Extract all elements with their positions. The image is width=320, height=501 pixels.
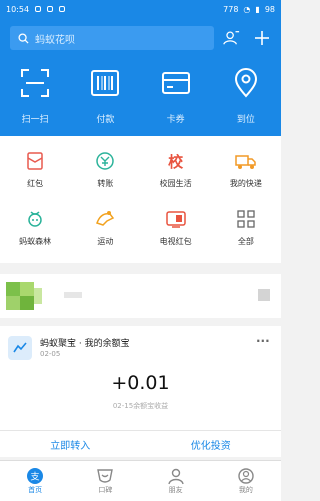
koubei-icon	[95, 467, 115, 485]
forest-icon	[24, 208, 46, 230]
grid-label: 运动	[97, 237, 114, 246]
bottom-tab-bar: 支 首页 口碑 朋友 我的	[0, 460, 281, 501]
tab-label: 朋友	[168, 486, 183, 494]
battery-level: 98	[264, 4, 275, 14]
scan-icon	[20, 68, 50, 98]
card-title: 蚂蚁聚宝 · 我的余额宝	[40, 339, 130, 349]
grid-label: 全部	[237, 237, 254, 246]
grid-item-sport[interactable]: 运动	[70, 208, 140, 247]
card-date: 02-05	[40, 350, 61, 358]
grid-label: 蚂蚁森林	[19, 237, 52, 246]
jubao-logo	[8, 336, 32, 360]
scan-button[interactable]: 扫一扫	[0, 68, 70, 125]
notification-icon	[59, 6, 66, 12]
search-input[interactable]: 蚂蚁花呗	[10, 26, 214, 50]
grid-item-tv-red-envelope[interactable]: 电视红包	[141, 208, 211, 247]
status-time: 10:54	[6, 4, 30, 14]
promo-image	[6, 282, 270, 310]
tab-koubei[interactable]: 口碑	[70, 461, 140, 501]
location-icon	[231, 68, 261, 98]
wifi-icon: ◔	[243, 4, 251, 14]
grid-item-delivery[interactable]: 我的快递	[211, 150, 281, 189]
grid-item-red-envelope[interactable]: 红包	[0, 150, 70, 189]
quick-label: 到位	[236, 115, 255, 125]
tab-label: 我的	[238, 486, 253, 494]
grid-label: 我的快递	[229, 179, 262, 188]
grid-label: 校园生活	[159, 179, 192, 188]
grid-item-transfer[interactable]: 转账	[70, 150, 140, 189]
checkin-button[interactable]: 到位	[211, 68, 281, 125]
grid-item-all[interactable]: 全部	[211, 208, 281, 247]
cards-button[interactable]: 卡券	[141, 68, 211, 125]
grid-item-campus[interactable]: 校 校园生活	[141, 150, 211, 189]
sport-icon	[94, 208, 116, 230]
grid-label: 电视红包	[159, 237, 192, 246]
quick-actions: 扫一扫 付款 卡券 到位	[0, 68, 281, 125]
tab-friends[interactable]: 朋友	[141, 461, 211, 501]
card-icon	[161, 68, 191, 98]
contacts-icon	[223, 31, 240, 45]
promo-banner[interactable]	[0, 274, 281, 318]
signal-icon: ▮	[255, 4, 260, 14]
grid-label: 红包	[27, 179, 44, 188]
service-grid: 红包 转账 校 校园生活 我的快递 蚂蚁森林 运动 电视红包 全部	[0, 136, 281, 263]
tab-home[interactable]: 支 首页	[0, 461, 70, 501]
add-button[interactable]	[251, 27, 273, 49]
red-envelope-icon	[24, 150, 46, 172]
quick-label: 扫一扫	[21, 115, 49, 125]
notification-icon	[35, 6, 42, 12]
optimize-invest-button[interactable]: 优化投资	[141, 431, 282, 457]
home-icon: 支	[25, 467, 45, 485]
tab-profile[interactable]: 我的	[211, 461, 281, 501]
delivery-truck-icon	[235, 150, 257, 172]
grid-label: 转账	[97, 179, 114, 188]
status-bar: 10:54 778 ◔ ▮ 98	[0, 0, 281, 18]
tab-label: 口碑	[98, 486, 113, 494]
tv-red-envelope-icon	[165, 208, 187, 230]
grid-icon	[235, 208, 257, 230]
search-placeholder: 蚂蚁花呗	[35, 34, 75, 46]
quick-label: 卡券	[166, 115, 185, 125]
card-actions: 立即转入 优化投资	[0, 430, 281, 457]
tab-label: 首页	[28, 486, 43, 494]
app-header: 蚂蚁花呗 扫一扫 付款 卡券 到位	[0, 18, 281, 136]
campus-icon: 校	[168, 152, 184, 171]
earnings-subtitle: 02-15余额宝收益	[112, 402, 169, 410]
notification-icon	[47, 6, 54, 12]
contacts-button[interactable]	[220, 27, 242, 49]
transfer-in-button[interactable]: 立即转入	[0, 431, 141, 457]
yuebao-card[interactable]: 蚂蚁聚宝 · 我的余额宝 02-05 ··· +0.01 02-15余额宝收益	[0, 326, 281, 430]
profile-icon	[236, 467, 256, 485]
more-icon[interactable]: ···	[256, 334, 270, 348]
status-right: 778	[223, 4, 239, 14]
earnings-amount: +0.01	[111, 372, 170, 394]
pay-button[interactable]: 付款	[70, 68, 140, 125]
transfer-icon	[94, 150, 116, 172]
quick-label: 付款	[96, 115, 115, 125]
svg-text:支: 支	[31, 471, 40, 483]
plus-icon	[255, 31, 269, 45]
friends-icon	[166, 467, 186, 485]
search-icon	[18, 32, 29, 44]
barcode-icon	[90, 68, 120, 98]
grid-item-forest[interactable]: 蚂蚁森林	[0, 208, 70, 247]
jubao-icon	[13, 342, 27, 353]
